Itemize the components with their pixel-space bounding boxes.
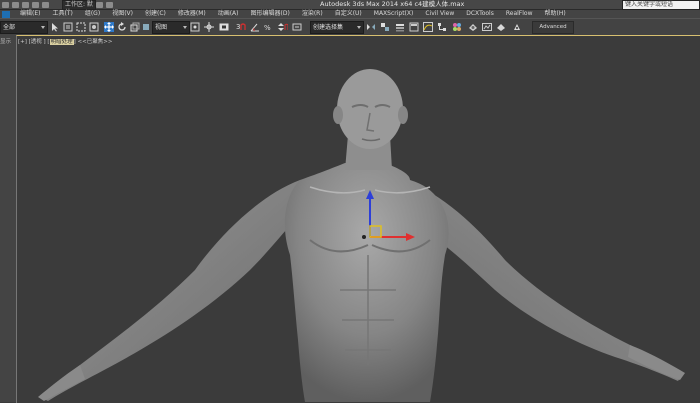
menu-maxscript[interactable]: MAXScript(X) [368, 10, 420, 18]
human-model[interactable] [38, 69, 685, 402]
head [337, 69, 403, 149]
menu-animation[interactable]: 动画(A) [212, 10, 245, 18]
menu-customize[interactable]: 自定义(U) [329, 10, 368, 18]
menu-help[interactable]: 帮助(H) [539, 10, 572, 18]
save-file-icon[interactable] [32, 1, 39, 8]
pivot-center-icon[interactable] [190, 22, 200, 32]
max-logo-icon[interactable] [2, 10, 10, 18]
named-selection-value: 创建选择集 [313, 24, 344, 31]
project-folder-icon[interactable] [96, 1, 103, 8]
rectangular-selection-icon[interactable] [76, 22, 86, 32]
svg-text:%: % [264, 24, 271, 32]
select-manipulate-icon[interactable] [204, 22, 214, 32]
reference-coordinate-dropdown[interactable]: 视图 [152, 21, 190, 34]
menu-tools[interactable]: 工具(T) [46, 10, 78, 18]
angle-snap-icon[interactable] [250, 22, 260, 32]
select-and-place-icon[interactable] [141, 22, 151, 32]
search-input[interactable]: 键入关键字或短语 [622, 0, 700, 10]
spinner-snap-icon[interactable] [278, 22, 288, 32]
menu-bar: 编辑(E) 工具(T) 组(G) 视图(V) 创建(C) 修改器(M) 动画(A… [0, 10, 700, 18]
selection-filter-dropdown[interactable]: 全部 [0, 21, 48, 34]
selection-filter-value: 全部 [3, 24, 16, 31]
percent-snap-icon[interactable]: % [264, 22, 274, 32]
right-ear [398, 106, 408, 124]
curve-editor-icon[interactable] [423, 22, 433, 32]
menu-realflow[interactable]: RealFlow [500, 10, 539, 18]
left-ear [333, 106, 343, 124]
snaps-3d-icon[interactable]: 3 [236, 22, 246, 32]
undo-icon[interactable] [42, 1, 49, 8]
menu-dcxtools[interactable]: DCXTools [460, 10, 500, 18]
mirror-icon[interactable] [366, 22, 376, 32]
app-menu-icon[interactable] [2, 1, 9, 8]
align-icon[interactable] [380, 22, 390, 32]
render-iterative-icon[interactable] [512, 22, 522, 32]
gizmo-pivot [362, 235, 366, 239]
title-bar: 工作区: 默认 Autodesk 3ds Max 2014 x64 c4建模人体… [0, 0, 700, 16]
select-and-rotate-icon[interactable] [117, 22, 127, 32]
svg-text:3: 3 [236, 23, 240, 31]
render-production-icon[interactable] [496, 22, 506, 32]
app-title: Autodesk 3ds Max 2014 x64 c4建模人体.max [320, 0, 465, 8]
scene-canvas [38, 69, 685, 402]
select-by-name-icon[interactable] [63, 22, 73, 32]
open-file-icon[interactable] [22, 1, 29, 8]
menu-rendering[interactable]: 渲染(R) [296, 10, 329, 18]
workspace-dropdown[interactable]: 工作区: 默认 [62, 0, 96, 16]
chevron-down-icon [357, 26, 361, 29]
render-setup-icon[interactable] [468, 22, 478, 32]
named-selection-dropdown[interactable]: 创建选择集 [310, 21, 364, 34]
select-and-move-icon[interactable] [104, 22, 114, 32]
menu-civil-view[interactable]: Civil View [419, 10, 460, 18]
menu-create[interactable]: 创建(C) [139, 10, 172, 18]
chevron-down-icon [41, 26, 45, 29]
material-editor-icon[interactable] [452, 22, 462, 32]
menu-group[interactable]: 组(G) [79, 10, 106, 18]
select-object-icon[interactable] [50, 22, 60, 32]
keyboard-shortcut-override-icon[interactable] [219, 22, 229, 32]
reference-coordinate-value: 视图 [155, 24, 168, 31]
menu-views[interactable]: 视图(V) [106, 10, 139, 18]
graphite-ribbon-icon[interactable] [409, 22, 419, 32]
advanced-paint-button[interactable]: Advanced Paint [532, 21, 574, 41]
menu-modifiers[interactable]: 修改器(M) [172, 10, 212, 18]
edit-named-selection-icon[interactable] [292, 22, 302, 32]
new-file-icon[interactable] [12, 1, 19, 8]
menu-graph-editors[interactable]: 图形编辑器(D) [245, 10, 296, 18]
rendered-frame-window-icon[interactable] [482, 22, 492, 32]
chevron-down-icon [183, 26, 187, 29]
quick-access-dropdown-icon[interactable] [106, 1, 113, 8]
menu-edit[interactable]: 编辑(E) [14, 10, 46, 18]
main-toolbar: 全部 视图 3 % 创建选择集 Advanced [0, 18, 700, 41]
select-and-scale-icon[interactable] [130, 22, 140, 32]
window-crossing-icon[interactable] [89, 22, 99, 32]
schematic-view-icon[interactable] [437, 22, 447, 32]
layer-manager-icon[interactable] [395, 22, 405, 32]
